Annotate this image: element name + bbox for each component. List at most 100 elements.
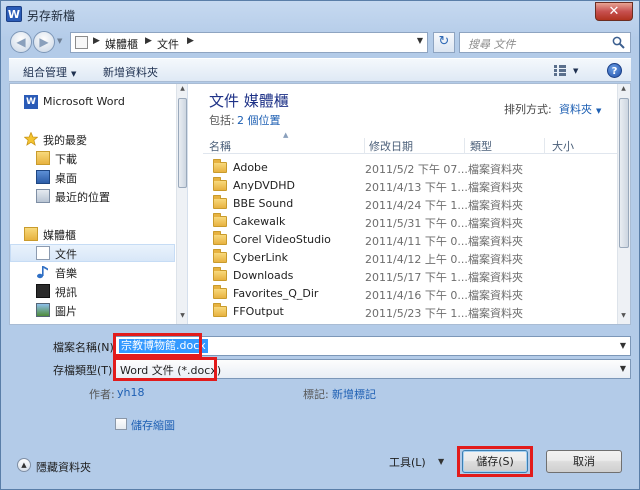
file-list-scroll-thumb[interactable] — [619, 98, 629, 248]
browser-area: W Microsoft Word 我的最愛 下載 桌面 最近的位置 媒體櫃 文件… — [9, 83, 631, 325]
sidebar-item-label: 圖片 — [55, 305, 77, 318]
file-list-scrollbar[interactable]: ▲ ▼ — [617, 84, 630, 324]
breadcrumb-libraries[interactable]: 媒體櫃 — [105, 36, 138, 52]
videos-icon — [36, 284, 50, 298]
recent-places-icon — [36, 189, 50, 203]
breadcrumb-separator-icon[interactable]: ▶ — [145, 36, 152, 46]
pictures-icon — [36, 303, 50, 317]
tools-dropdown-icon[interactable]: ▼ — [438, 457, 444, 466]
sidebar-item-music[interactable]: 音樂 — [10, 263, 175, 281]
forward-button[interactable]: ▶ — [33, 31, 55, 53]
recent-pages-icon[interactable]: ▼ — [57, 37, 66, 46]
arrange-by-label: 排列方式: — [504, 103, 552, 116]
filename-input[interactable]: 宗教博物館.docx ▼ — [115, 336, 631, 356]
scroll-down-icon[interactable]: ▼ — [619, 312, 628, 322]
filename-label: 檔案名稱(N): — [53, 341, 118, 354]
search-input[interactable]: 搜尋 文件 — [459, 32, 631, 53]
breadcrumb-separator-icon[interactable]: ▶ — [93, 36, 100, 46]
filetype-dropdown-icon[interactable]: ▼ — [620, 364, 626, 373]
refresh-button[interactable]: ↻ — [433, 32, 455, 53]
file-row[interactable]: Favorites_Q_Dir 2011/4/16 下午 0... 檔案資料夾 — [203, 285, 617, 303]
file-row[interactable]: Corel VideoStudio 2011/4/11 下午 0... 檔案資料夾 — [203, 231, 617, 249]
back-button[interactable]: ◀ — [10, 31, 32, 53]
title-bar: W 另存新檔 ✕ — [1, 1, 639, 27]
file-row[interactable]: CyberLink 2011/4/12 上午 0... 檔案資料夾 — [203, 249, 617, 267]
author-value[interactable]: yh18 — [117, 386, 144, 399]
view-dropdown-arrow-icon[interactable]: ▼ — [573, 67, 578, 75]
file-type: 檔案資料夾 — [468, 307, 523, 320]
file-name: Corel VideoStudio — [233, 233, 331, 246]
file-name: Favorites_Q_Dir — [233, 287, 319, 300]
filename-dropdown-icon[interactable]: ▼ — [620, 341, 626, 350]
save-thumbnail-label[interactable]: 儲存縮圖 — [131, 417, 175, 433]
cancel-button[interactable]: 取消 — [546, 450, 622, 473]
filetype-select[interactable]: Word 文件 (*.docx) ▼ — [115, 359, 631, 379]
window-title: 另存新檔 — [27, 9, 76, 23]
address-folder-icon — [75, 36, 88, 49]
navigation-pane-scrollbar[interactable]: ▲ ▼ — [176, 84, 187, 324]
save-button[interactable]: 儲存(S) — [462, 450, 528, 473]
file-type: 檔案資料夾 — [468, 271, 523, 284]
hide-folders-button[interactable]: 隱藏資料夾 — [36, 459, 91, 475]
file-row[interactable]: FFOutput 2011/5/23 下午 1... 檔案資料夾 — [203, 303, 617, 321]
sidebar-item-downloads[interactable]: 下載 — [10, 149, 175, 167]
search-icon[interactable] — [612, 36, 625, 49]
navigation-bar: ◀ ▶ ▼ ▶ 媒體櫃 ▶ 文件 ▶ ▼ ↻ 搜尋 文件 — [1, 27, 639, 57]
address-bar[interactable]: ▶ 媒體櫃 ▶ 文件 ▶ ▼ — [70, 32, 428, 53]
desktop-icon — [36, 170, 50, 184]
folder-icon — [213, 195, 227, 209]
file-row[interactable]: Downloads 2011/5/17 下午 1... 檔案資料夾 — [203, 267, 617, 285]
file-name: BBE Sound — [233, 197, 294, 210]
sidebar-item-recent-places[interactable]: 最近的位置 — [10, 187, 175, 205]
save-as-dialog: W 另存新檔 ✕ ◀ ▶ ▼ ▶ 媒體櫃 ▶ 文件 ▶ ▼ ↻ 搜尋 文件 組合… — [0, 0, 640, 490]
collapse-up-icon[interactable]: ▲ — [17, 458, 31, 472]
close-button[interactable]: ✕ — [595, 2, 633, 21]
folder-icon — [213, 159, 227, 173]
column-header-type[interactable]: 類型 — [470, 138, 545, 154]
folder-icon — [213, 231, 227, 245]
sidebar-item-favorites[interactable]: 我的最愛 — [10, 130, 175, 148]
sidebar-item-documents[interactable]: 文件 — [10, 244, 175, 262]
file-row[interactable]: AnyDVDHD 2011/4/13 下午 1... 檔案資料夾 — [203, 177, 617, 195]
arrange-by-value: 資料夾 — [559, 103, 592, 116]
file-row[interactable]: Adobe 2011/5/2 下午 07... 檔案資料夾 — [203, 159, 617, 177]
column-header-name[interactable]: 名稱 — [209, 138, 365, 154]
save-thumbnail-checkbox[interactable] — [115, 418, 127, 430]
file-row[interactable]: BBE Sound 2011/4/24 下午 1... 檔案資料夾 — [203, 195, 617, 213]
library-locations-link[interactable]: 2 個位置 — [237, 112, 281, 128]
sidebar-item-libraries[interactable]: 媒體櫃 — [10, 225, 175, 243]
breadcrumb-separator-icon[interactable]: ▶ — [187, 36, 194, 46]
address-dropdown-icon[interactable]: ▼ — [417, 36, 423, 45]
documents-icon — [36, 246, 50, 260]
navigation-pane-scroll-thumb[interactable] — [178, 98, 187, 188]
arrange-by-dropdown[interactable]: 資料夾 ▼ — [559, 101, 601, 117]
column-header-size[interactable]: 大小 — [552, 138, 612, 154]
help-icon[interactable]: ? — [607, 63, 622, 78]
file-row[interactable]: Cakewalk 2011/5/31 下午 0... 檔案資料夾 — [203, 213, 617, 231]
sidebar-item-videos[interactable]: 視訊 — [10, 282, 175, 300]
folder-icon — [213, 177, 227, 191]
sidebar-item-pictures[interactable]: 圖片 — [10, 301, 175, 319]
new-folder-button[interactable]: 新增資料夾 — [103, 64, 158, 80]
sidebar-item-label: 音樂 — [55, 267, 77, 280]
column-header-date[interactable]: 修改日期 — [369, 138, 465, 154]
tools-button[interactable]: 工具(L) — [389, 454, 426, 470]
library-includes-label: 包括: — [209, 114, 235, 127]
sidebar-item-label: 桌面 — [55, 172, 77, 185]
scroll-down-icon[interactable]: ▼ — [178, 312, 187, 322]
file-date: 2011/4/11 下午 0... — [365, 235, 468, 248]
sidebar-item-desktop[interactable]: 桌面 — [10, 168, 175, 186]
view-options-icon[interactable] — [554, 65, 566, 76]
sidebar-item-label: 視訊 — [55, 286, 77, 299]
scroll-up-icon[interactable]: ▲ — [178, 85, 187, 95]
navigation-pane: W Microsoft Word 我的最愛 下載 桌面 最近的位置 媒體櫃 文件… — [10, 84, 188, 324]
file-type: 檔案資料夾 — [468, 217, 523, 230]
breadcrumb-documents[interactable]: 文件 — [157, 36, 179, 52]
organize-button[interactable]: 組合管理 ▼ — [23, 64, 76, 80]
file-date: 2011/5/23 下午 1... — [365, 307, 468, 320]
tags-value[interactable]: 新增標記 — [332, 386, 376, 402]
sidebar-item-microsoft-word[interactable]: W Microsoft Word — [10, 93, 175, 111]
libraries-icon — [24, 227, 38, 241]
file-date: 2011/5/31 下午 0... — [365, 217, 468, 230]
scroll-up-icon[interactable]: ▲ — [619, 85, 628, 95]
